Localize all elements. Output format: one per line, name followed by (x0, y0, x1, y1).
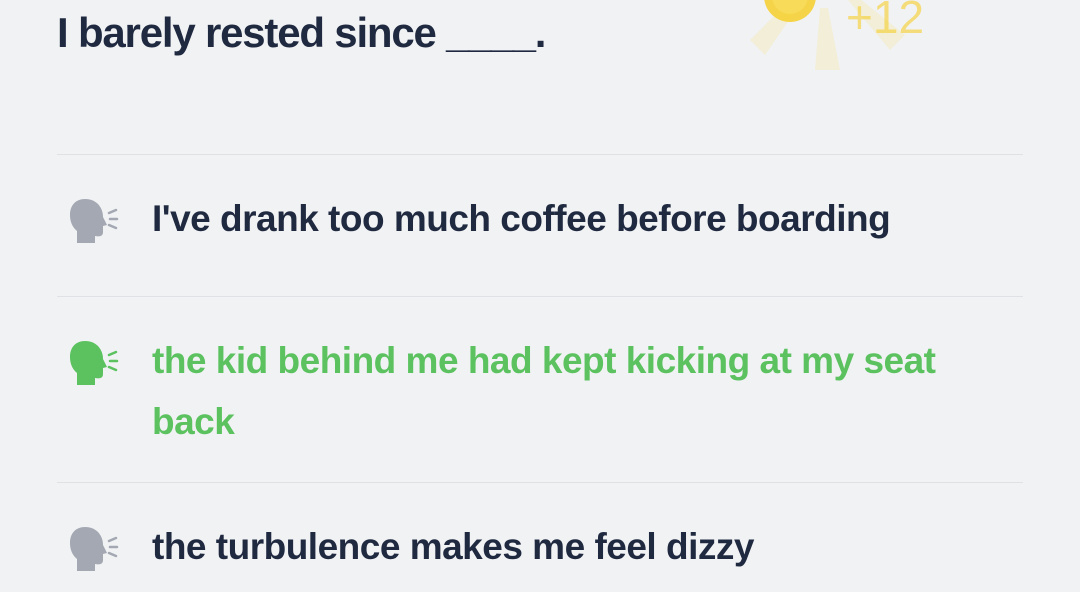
speaking-head-icon[interactable] (67, 523, 119, 575)
answer-option-1[interactable]: I've drank too much coffee before boardi… (57, 154, 1023, 296)
reward-animation: +12 (730, 0, 990, 90)
answer-options-list: I've drank too much coffee before boardi… (57, 154, 1023, 592)
answer-option-3[interactable]: the turbulence makes me feel dizzy (57, 482, 1023, 592)
question-text: I barely rested since ____. (57, 9, 546, 56)
answer-option-text: the turbulence makes me feel dizzy (152, 526, 754, 567)
answer-option-text: I've drank too much coffee before boardi… (152, 198, 891, 239)
speaking-head-icon[interactable] (67, 195, 119, 247)
reward-points-label: +12 (846, 0, 925, 43)
speaking-head-icon[interactable] (67, 337, 119, 389)
sun-coin-icon (750, 0, 905, 70)
answer-option-2-selected[interactable]: the kid behind me had kept kicking at my… (57, 296, 1023, 482)
answer-option-text: the kid behind me had kept kicking at my… (152, 340, 936, 442)
